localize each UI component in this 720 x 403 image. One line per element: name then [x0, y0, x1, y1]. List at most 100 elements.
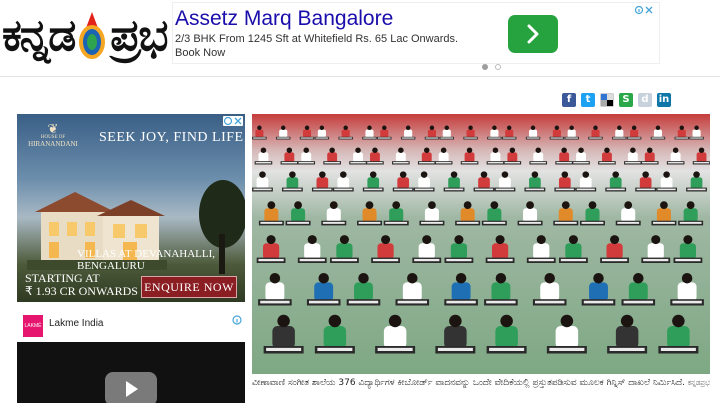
student-figure	[366, 147, 384, 165]
student-figure	[443, 171, 465, 192]
lakme-logo: LAKMĒ	[23, 315, 43, 337]
video-ad-advertiser[interactable]: Lakme India	[49, 318, 103, 329]
student-figure	[434, 147, 453, 165]
student-figure	[280, 147, 299, 165]
student-figure	[256, 235, 286, 263]
logo-text-right: ಪ್ರಭ	[110, 10, 168, 61]
student-figure	[297, 235, 327, 263]
carousel-dot-active[interactable]	[482, 64, 488, 70]
student-figure	[686, 171, 707, 192]
hiranandani-ad[interactable]: ❦ HOUSE OF HIRANANDANI SEEK JOY, FIND LI…	[17, 114, 245, 302]
student-figure	[553, 201, 579, 226]
student-figure	[323, 147, 341, 165]
student-figure	[487, 125, 502, 140]
student-figure	[525, 125, 541, 140]
logo-emblem-icon	[79, 12, 106, 59]
digg-icon[interactable]: d	[638, 93, 652, 107]
student-figure	[444, 272, 478, 306]
student-figure	[612, 125, 627, 140]
stumbleupon-icon[interactable]: S	[619, 93, 633, 107]
student-figure	[338, 125, 353, 140]
student-figure	[641, 235, 671, 263]
student-figure	[435, 314, 476, 354]
student-figure	[362, 125, 377, 140]
student-figure	[306, 272, 341, 306]
student-figure	[460, 147, 479, 165]
student-figure	[555, 147, 573, 165]
video-ad-header: LAKMĒ Lakme India	[17, 312, 245, 342]
share-bar: f t S d in	[562, 93, 671, 107]
student-figure	[258, 272, 292, 306]
play-icon	[126, 381, 138, 397]
ad-brand: ❦ HOUSE OF HIRANANDANI	[23, 122, 83, 148]
carousel-dot[interactable]	[495, 64, 501, 70]
top-banner-ad[interactable]: Assetz Marq Bangalore 2/3 BHK From 1245 …	[172, 2, 660, 70]
student-figure	[580, 201, 605, 226]
student-figure	[626, 125, 642, 140]
student-figure	[413, 171, 435, 192]
linkedin-icon[interactable]: in	[657, 93, 671, 107]
video-ad[interactable]: LAKMĒ Lakme India	[17, 312, 245, 403]
student-figure	[600, 235, 629, 263]
student-figure	[689, 125, 704, 140]
student-figure	[650, 125, 666, 140]
student-figure	[282, 171, 303, 192]
ad-title[interactable]: Assetz Marq Bangalore	[175, 7, 393, 31]
student-figure	[332, 171, 354, 192]
student-figure	[640, 147, 659, 165]
info-icon[interactable]	[232, 315, 242, 325]
site-logo[interactable]: ಕನ್ನಡ ಪ್ರಭ	[2, 4, 168, 68]
student-figure	[656, 171, 677, 192]
student-figure	[258, 201, 284, 226]
ad-go-button[interactable]	[508, 15, 558, 53]
ad-price-block: STARTING AT ₹ 1.93 CR ONWARDS	[25, 272, 138, 298]
header: ಕನ್ನಡ ಪ್ರಭ Assetz Marq Bangalore 2/3 BHK…	[0, 0, 720, 80]
student-figure	[486, 147, 505, 165]
student-figure	[419, 201, 445, 226]
twitter-icon[interactable]: t	[581, 93, 595, 107]
ad-choices-icon[interactable]	[633, 5, 655, 15]
ad-choices-icon[interactable]	[223, 116, 243, 126]
ad-slogan: SEEK JOY, FIND LIFE	[99, 130, 244, 145]
student-figure	[517, 201, 543, 226]
student-figure	[624, 147, 642, 165]
student-figure	[635, 171, 657, 192]
ad-carousel-dots[interactable]	[482, 57, 508, 75]
student-figure	[254, 147, 273, 165]
student-figure	[314, 125, 330, 140]
student-figure	[439, 125, 454, 140]
delicious-icon[interactable]	[600, 93, 614, 107]
student-figure	[670, 272, 704, 306]
student-figure	[285, 201, 311, 226]
header-divider	[0, 76, 720, 77]
student-figure	[572, 147, 590, 165]
student-figure	[375, 314, 416, 354]
student-figure	[607, 314, 648, 354]
student-figure	[455, 201, 481, 226]
student-figure	[444, 235, 474, 263]
student-figure	[371, 235, 400, 263]
caption-credit: ಕನ್ನಡಪ್ರಭ	[687, 379, 710, 387]
student-figure	[692, 147, 710, 165]
student-figure	[463, 125, 478, 140]
student-figure	[395, 272, 430, 306]
article-photo[interactable]	[252, 114, 710, 374]
student-figure	[502, 125, 517, 140]
video-play-button[interactable]	[105, 372, 157, 403]
student-figure	[485, 235, 515, 263]
student-figure	[651, 201, 677, 226]
student-figure	[526, 235, 556, 263]
page: ಕನ್ನಡ ಪ್ರಭ Assetz Marq Bangalore 2/3 BHK…	[0, 0, 720, 403]
student-figure	[529, 147, 548, 165]
student-figure	[349, 147, 367, 165]
facebook-icon[interactable]: f	[562, 93, 576, 107]
student-figure	[532, 272, 567, 306]
student-figure	[392, 171, 414, 192]
student-figure	[503, 147, 522, 165]
student-figure	[321, 201, 347, 226]
student-figure	[412, 235, 442, 263]
student-figure	[311, 171, 333, 192]
student-figure	[473, 171, 495, 192]
student-figure	[581, 272, 616, 306]
enquire-now-button[interactable]: ENQUIRE NOW	[141, 276, 237, 298]
